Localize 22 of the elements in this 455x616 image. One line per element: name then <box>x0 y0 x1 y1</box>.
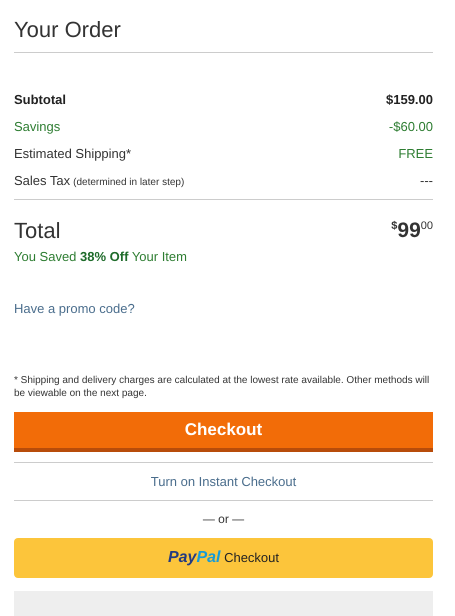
summary-label: Subtotal <box>14 92 66 107</box>
summary-label: Sales Tax <box>14 173 70 188</box>
currency-sign: $ <box>391 220 398 232</box>
summary-value: -$60.00 <box>388 119 433 134</box>
savings-message: You Saved 38% Off Your Item <box>14 249 188 264</box>
paypal-logo: PayPal <box>168 549 220 566</box>
shipping-note: * Shipping and delivery charges are calculated at the lowest rate available. Other methods will be viewable on the next page. <box>14 374 430 400</box>
separator-text: — or — <box>202 512 244 526</box>
page-title: Your Order <box>14 16 122 44</box>
total-amount: 99 <box>397 218 421 244</box>
summary-label: Estimated Shipping* <box>14 146 132 161</box>
summary-value: --- <box>420 173 433 188</box>
promo-code-link[interactable]: Have a promo code? <box>14 301 135 316</box>
checkout-button[interactable]: Checkout <box>14 412 433 452</box>
summary-value: FREE <box>398 146 433 161</box>
summary-value: $159.00 <box>386 92 433 107</box>
paypal-button[interactable]: PayPal Checkout <box>14 538 433 578</box>
total-cents: 00 <box>420 220 433 232</box>
instant-checkout-link[interactable]: Turn on Instant Checkout <box>150 474 296 489</box>
summary-label: Savings <box>14 119 60 134</box>
total-label: Total <box>14 217 60 245</box>
summary-note: (determined in later step) <box>73 177 184 188</box>
